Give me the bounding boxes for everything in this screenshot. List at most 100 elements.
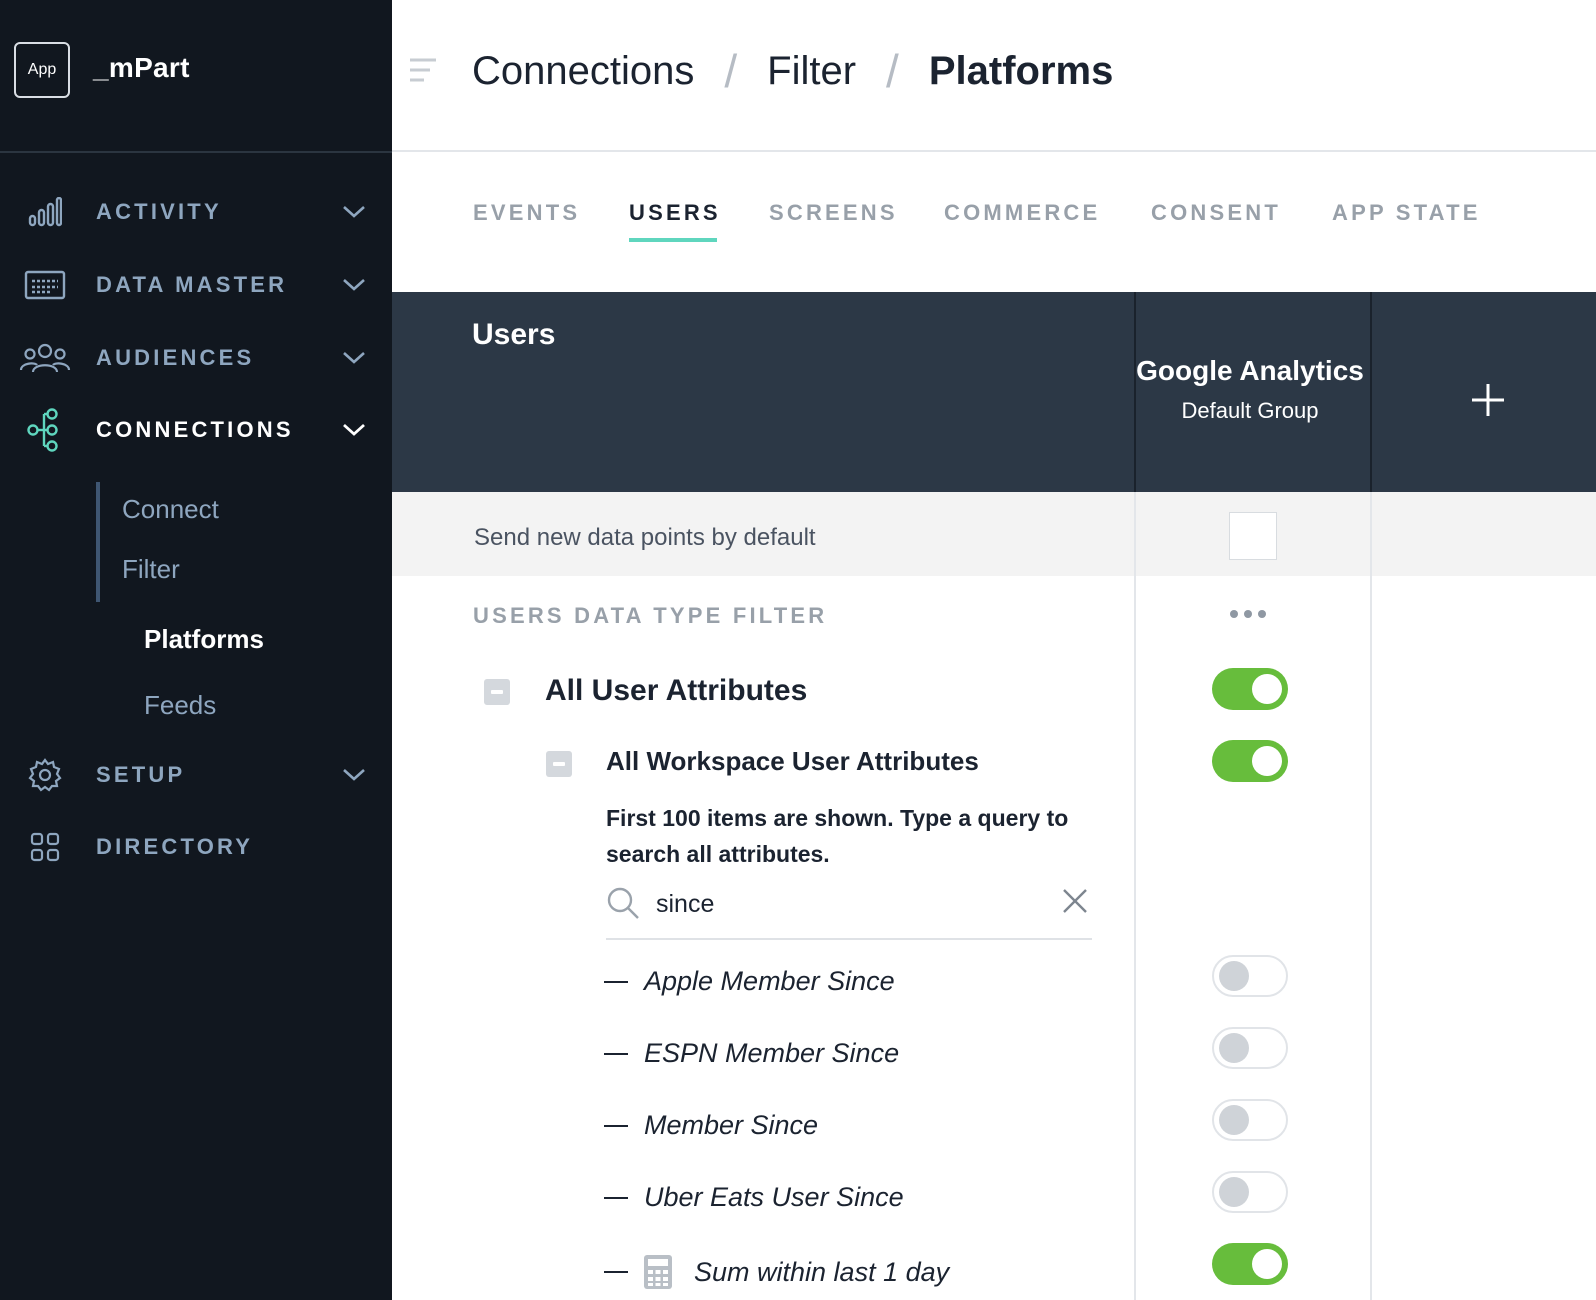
filter-heading: USERS DATA TYPE FILTER [473,603,828,628]
sidebar-item-label: DATA MASTER [96,272,288,297]
calculator-icon [644,1255,672,1289]
chevron-down-icon[interactable] [340,198,368,226]
chevron-down-icon[interactable] [340,761,368,789]
sidebar-subitem-filter[interactable]: Filter [122,554,180,585]
active-tab-indicator [629,238,717,242]
list-item: Uber Eats User Since [604,1182,904,1213]
sidebar-item-label: AUDIENCES [96,345,255,370]
toggle-knob [1252,1249,1282,1279]
column-divider [1134,492,1136,1300]
integration-column-subtitle: Default Group [1181,398,1319,423]
sidebar-item-audiences[interactable]: AUDIENCES [0,328,392,388]
tab-users[interactable]: USERS [629,200,721,226]
sidebar-item-connections[interactable]: CONNECTIONS [0,400,392,460]
list-item: Member Since [604,1110,818,1141]
sidebar-item-activity[interactable]: ACTIVITY [0,182,392,242]
sidebar: App _mPart ACTIVITY DATA MASTER AUDIENCE… [0,0,392,1300]
workspace-attributes-label: All Workspace User Attributes [606,746,979,776]
column-divider [1134,292,1136,492]
sidebar-item-label: ACTIVITY [96,199,222,224]
dash-icon [604,1196,628,1199]
close-icon[interactable] [1062,888,1088,914]
more-dots-icon[interactable] [1226,600,1270,628]
attribute-label: Uber Eats User Since [644,1182,904,1212]
sidebar-item-label: CONNECTIONS [96,417,294,442]
attribute-label: Sum within last 1 day [694,1256,950,1287]
sidebar-item-data-master[interactable]: DATA MASTER [0,255,392,315]
tab-commerce[interactable]: COMMERCE [944,200,1100,226]
attribute-search [606,876,1092,940]
search-note: First 100 items are shown. Type a query … [606,805,1069,867]
table-header: Users [392,292,1596,492]
attribute-toggle[interactable] [1212,1171,1288,1213]
collapse-workspace-attributes-button[interactable] [546,751,572,777]
brand-header: App _mPart [0,0,392,153]
tab-app-state[interactable]: APP STATE [1332,200,1481,226]
breadcrumb-platforms: Platforms [928,48,1114,93]
gear-icon [18,755,72,795]
breadcrumb-separator: / [886,45,899,97]
attribute-toggle[interactable] [1212,955,1288,997]
app-badge[interactable]: App [14,42,70,98]
dash-icon [604,980,628,983]
toggle-knob [1219,1177,1249,1207]
workspace-attributes-toggle[interactable] [1212,740,1288,782]
top-header: Connections / Filter / Platforms [392,0,1596,152]
breadcrumb-filter[interactable]: Filter [767,49,856,94]
integration-column-title[interactable]: Google Analytics [1132,355,1368,387]
breadcrumb-separator: / [724,45,738,97]
sidebar-subitem-platforms[interactable]: Platforms [144,624,264,655]
bar-chart-icon [18,192,72,232]
data-master-icon [18,265,72,305]
tab-screens[interactable]: SCREENS [769,200,898,226]
sidebar-item-directory[interactable]: DIRECTORY [0,817,392,877]
plus-icon[interactable] [1468,380,1508,420]
list-item: ESPN Member Since [604,1038,899,1069]
tab-events[interactable]: EVENTS [473,200,580,226]
column-divider [1370,492,1372,1300]
sidebar-subitem-feeds[interactable]: Feeds [144,690,216,721]
chevron-down-icon[interactable] [340,416,368,444]
toggle-knob [1252,674,1282,704]
attribute-toggle[interactable] [1212,1027,1288,1069]
tab-bar: EVENTS USERS SCREENS COMMERCE CONSENT AP… [392,152,1596,292]
search-input[interactable] [656,886,1036,922]
list-item: Sum within last 1 day [604,1255,949,1289]
breadcrumb: Connections / Filter / Platforms [472,44,1113,98]
collapse-all-attributes-button[interactable] [484,679,510,705]
workspace-name[interactable]: _mPart [93,52,190,84]
toggle-knob [1219,961,1249,991]
connections-icon [18,408,72,452]
toggle-knob [1252,746,1282,776]
attribute-toggle[interactable] [1212,1243,1288,1285]
chevron-down-icon[interactable] [340,344,368,372]
sidebar-item-label: DIRECTORY [96,834,254,859]
attribute-label: ESPN Member Since [644,1038,900,1068]
attribute-label: Apple Member Since [644,966,895,996]
attribute-label: Member Since [644,1110,819,1140]
breadcrumb-connections[interactable]: Connections [472,49,694,94]
dash-icon [604,1271,628,1273]
toggle-knob [1219,1105,1249,1135]
search-icon [606,886,640,920]
send-by-default-checkbox[interactable] [1229,512,1277,560]
people-icon [18,338,72,378]
all-user-attributes-label: All User Attributes [545,674,808,707]
dash-icon [604,1052,628,1055]
chevron-down-icon[interactable] [340,271,368,299]
default-row-label: Send new data points by default [474,524,816,551]
tab-consent[interactable]: CONSENT [1151,200,1281,226]
column-divider [1370,292,1372,492]
attribute-toggle[interactable] [1212,1099,1288,1141]
toggle-knob [1219,1033,1249,1063]
menu-toggle-icon[interactable] [408,56,438,84]
section-title: Users [472,318,556,351]
all-user-attributes-toggle[interactable] [1212,668,1288,710]
sidebar-item-setup[interactable]: SETUP [0,745,392,805]
list-item: Apple Member Since [604,966,895,997]
sidebar-subitem-connect[interactable]: Connect [122,494,219,525]
dash-icon [604,1124,628,1127]
subnav-indicator [96,482,100,602]
grid-icon [18,827,72,867]
sidebar-item-label: SETUP [96,762,186,787]
